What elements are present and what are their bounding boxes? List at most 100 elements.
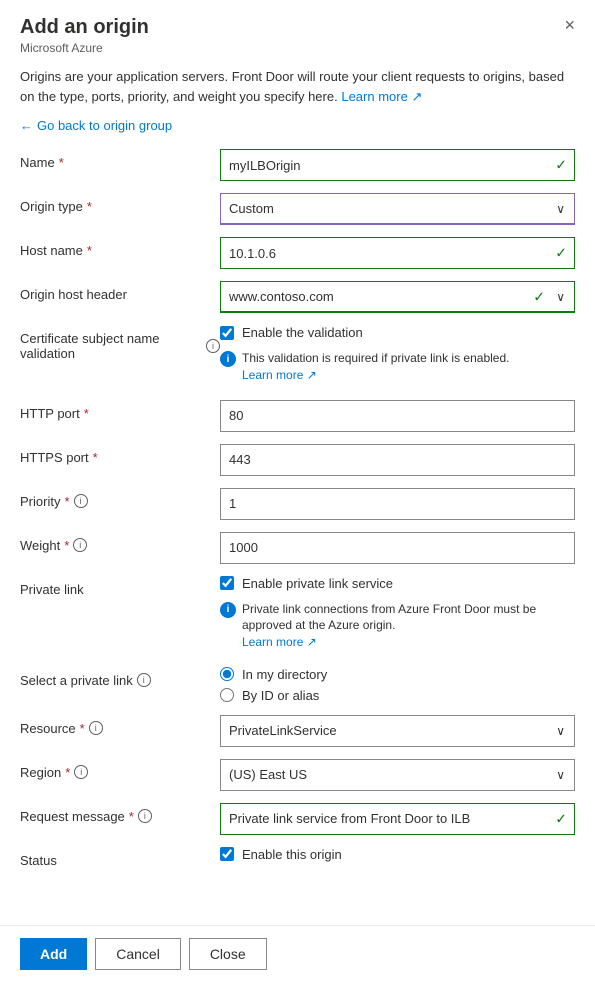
host-name-label: Host name * — [20, 237, 220, 258]
resource-info-icon[interactable]: i — [89, 721, 103, 735]
origin-host-header-select[interactable]: www.contoso.com — [220, 281, 575, 313]
status-control: Enable this origin — [220, 847, 575, 862]
private-link-checkbox[interactable] — [220, 576, 234, 590]
http-port-required: * — [84, 406, 89, 421]
host-name-input[interactable] — [220, 237, 575, 269]
description-learn-more-link[interactable]: Learn more ↗ — [341, 89, 422, 104]
select-private-link-control: In my directory By ID or alias — [220, 667, 575, 703]
region-label: Region * i — [20, 759, 220, 780]
select-private-link-label: Select a private link i — [20, 667, 220, 688]
host-name-required: * — [87, 243, 92, 258]
cert-validation-row: Certificate subject name validation i En… — [20, 325, 575, 388]
select-private-link-info-icon[interactable]: i — [137, 673, 151, 687]
host-name-row: Host name * — [20, 237, 575, 269]
request-message-input[interactable] — [220, 803, 575, 835]
priority-info-icon[interactable]: i — [74, 494, 88, 508]
private-link-external-icon: ↗ — [307, 635, 317, 649]
weight-info-icon[interactable]: i — [73, 538, 87, 552]
cert-info-box: i This validation is required if private… — [220, 346, 575, 388]
http-port-control — [220, 400, 575, 432]
private-link-checkbox-label: Enable private link service — [242, 576, 393, 591]
cert-checkbox-label: Enable the validation — [242, 325, 363, 340]
cert-learn-more-link[interactable]: Learn more ↗ — [242, 368, 317, 382]
name-required: * — [59, 155, 64, 170]
request-message-info-icon[interactable]: i — [138, 809, 152, 823]
cert-external-icon: ↗ — [307, 368, 317, 382]
dialog-subtitle: Microsoft Azure — [20, 41, 149, 55]
request-message-input-wrapper — [220, 803, 575, 835]
radio-option-alias[interactable]: By ID or alias — [220, 688, 575, 703]
cert-validation-control: Enable the validation i This validation … — [220, 325, 575, 388]
http-port-label: HTTP port * — [20, 400, 220, 421]
host-name-control — [220, 237, 575, 269]
cert-checkbox-row: Enable the validation — [220, 325, 575, 340]
select-private-link-row: Select a private link i In my directory … — [20, 667, 575, 703]
radio-directory-label: In my directory — [242, 667, 327, 682]
resource-select[interactable]: PrivateLinkService — [220, 715, 575, 747]
back-to-origin-group-link[interactable]: ← Go back to origin group — [20, 118, 575, 133]
header-text: Add an origin Microsoft Azure — [20, 16, 149, 55]
radio-alias-input[interactable] — [220, 688, 234, 702]
resource-control: PrivateLinkService — [220, 715, 575, 747]
private-link-checkbox-row: Enable private link service — [220, 576, 575, 591]
https-port-row: HTTPS port * — [20, 444, 575, 476]
dialog-header: Add an origin Microsoft Azure × — [0, 0, 595, 55]
cert-info-text: This validation is required if private l… — [242, 350, 509, 384]
request-message-row: Request message * i — [20, 803, 575, 835]
origin-host-header-row: Origin host header www.contoso.com ∨ — [20, 281, 575, 313]
close-icon-button[interactable]: × — [564, 16, 575, 34]
priority-control — [220, 488, 575, 520]
resource-row: Resource * i PrivateLinkService — [20, 715, 575, 747]
weight-label: Weight * i — [20, 532, 220, 553]
host-name-input-wrapper — [220, 237, 575, 269]
weight-input[interactable] — [220, 532, 575, 564]
weight-required: * — [64, 538, 69, 553]
https-port-label: HTTPS port * — [20, 444, 220, 465]
radio-directory-input[interactable] — [220, 667, 234, 681]
weight-control — [220, 532, 575, 564]
priority-label: Priority * i — [20, 488, 220, 509]
cert-info-icon[interactable]: i — [206, 339, 220, 353]
origin-type-control: Custom — [220, 193, 575, 225]
status-checkbox[interactable] — [220, 847, 234, 861]
private-link-info-text: Private link connections from Azure Fron… — [242, 601, 575, 651]
weight-row: Weight * i — [20, 532, 575, 564]
add-origin-dialog: Add an origin Microsoft Azure × Origins … — [0, 0, 595, 982]
https-port-input[interactable] — [220, 444, 575, 476]
region-select[interactable]: (US) East US — [220, 759, 575, 791]
cert-validation-checkbox[interactable] — [220, 326, 234, 340]
region-info-icon[interactable]: i — [74, 765, 88, 779]
name-input[interactable] — [220, 149, 575, 181]
private-link-row: Private link Enable private link service… — [20, 576, 575, 655]
private-link-info-circle-icon: i — [220, 602, 236, 618]
private-link-learn-more-link[interactable]: Learn more ↗ — [242, 635, 317, 649]
name-input-wrapper — [220, 149, 575, 181]
priority-input[interactable] — [220, 488, 575, 520]
add-button[interactable]: Add — [20, 938, 87, 970]
cancel-button[interactable]: Cancel — [95, 938, 181, 970]
status-checkbox-label: Enable this origin — [242, 847, 342, 862]
cert-info-circle-icon: i — [220, 351, 236, 367]
origin-type-row: Origin type * Custom — [20, 193, 575, 225]
private-link-radio-group: In my directory By ID or alias — [220, 667, 575, 703]
private-link-info-box: i Private link connections from Azure Fr… — [220, 597, 575, 655]
close-button[interactable]: Close — [189, 938, 267, 970]
priority-row: Priority * i — [20, 488, 575, 520]
status-checkbox-row: Enable this origin — [220, 847, 575, 862]
origin-type-select[interactable]: Custom — [220, 193, 575, 225]
resource-select-wrapper: PrivateLinkService — [220, 715, 575, 747]
external-link-icon: ↗ — [411, 89, 422, 104]
origin-type-select-wrapper: Custom — [220, 193, 575, 225]
radio-option-directory[interactable]: In my directory — [220, 667, 575, 682]
request-message-label: Request message * i — [20, 803, 220, 824]
region-control: (US) East US — [220, 759, 575, 791]
description-text: Origins are your application servers. Fr… — [20, 67, 575, 106]
name-control — [220, 149, 575, 181]
name-row: Name * — [20, 149, 575, 181]
http-port-row: HTTP port * — [20, 400, 575, 432]
status-row: Status Enable this origin — [20, 847, 575, 879]
private-link-control: Enable private link service i Private li… — [220, 576, 575, 655]
priority-required: * — [64, 494, 69, 509]
http-port-input[interactable] — [220, 400, 575, 432]
radio-alias-label: By ID or alias — [242, 688, 319, 703]
